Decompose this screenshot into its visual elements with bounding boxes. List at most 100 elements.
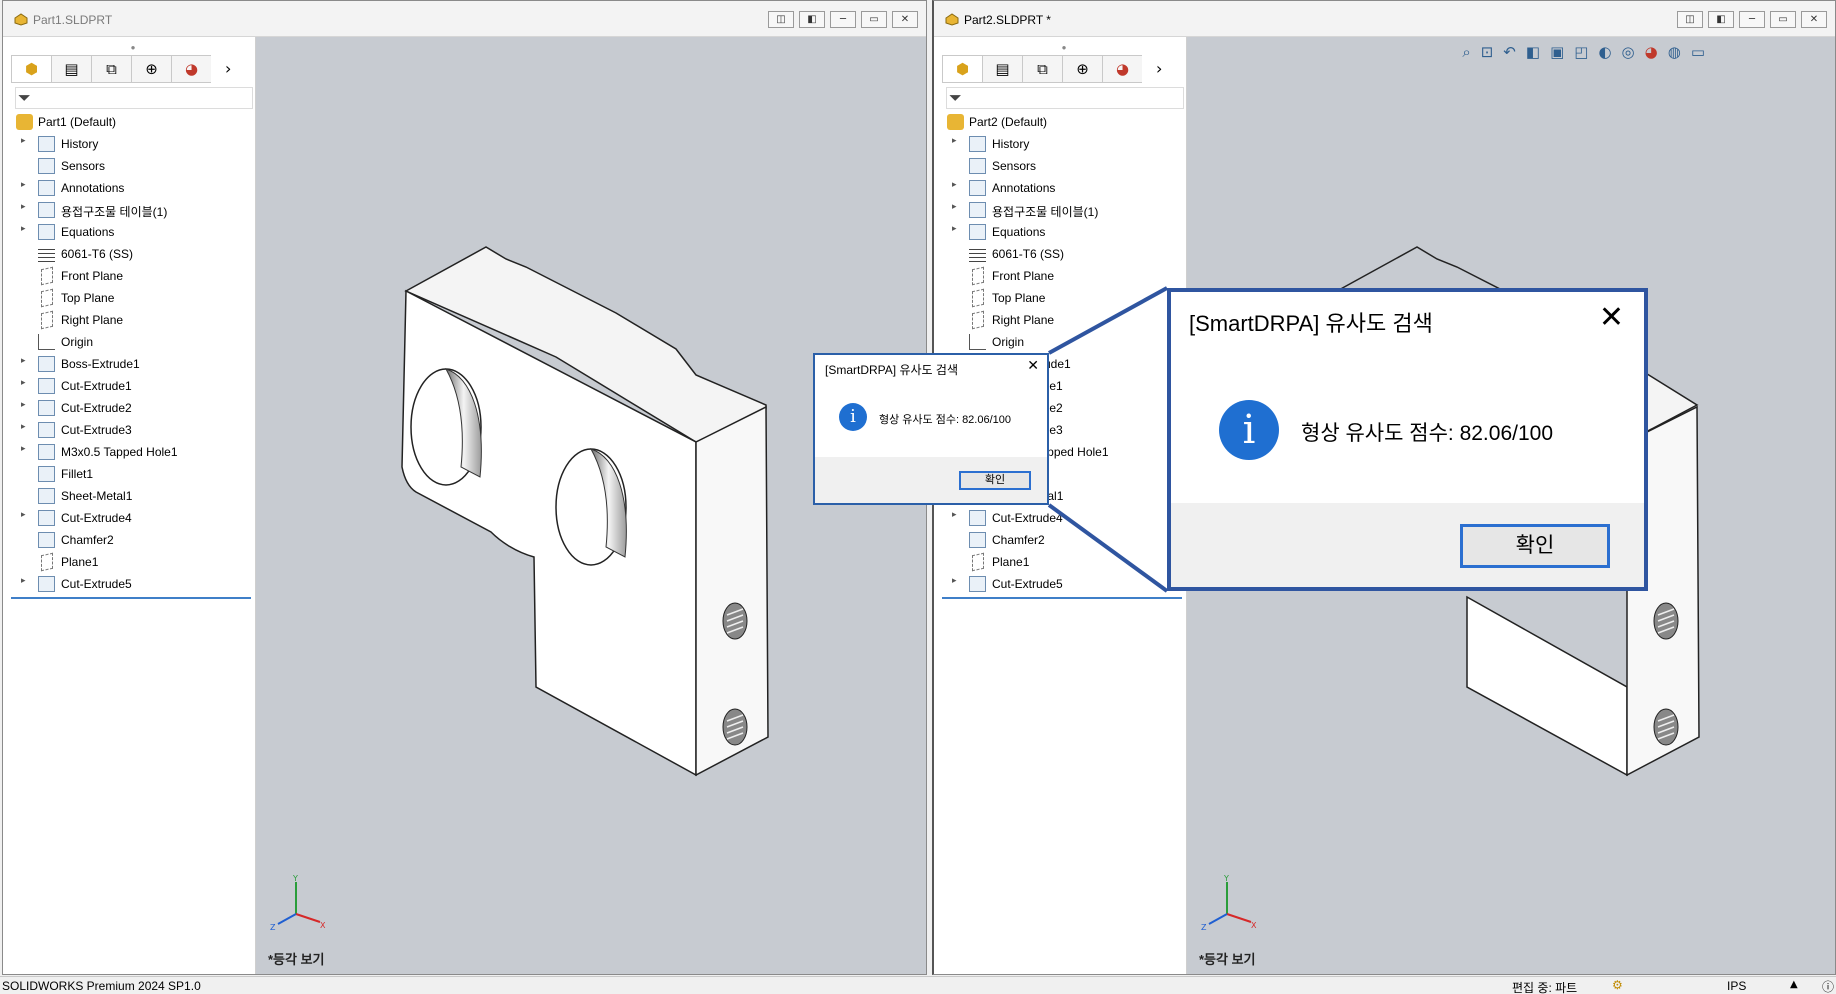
chevron-up-icon[interactable]: ▲ xyxy=(1790,979,1798,990)
close-button[interactable]: ✕ xyxy=(892,11,918,28)
unit-system[interactable]: IPS xyxy=(1727,979,1746,993)
property-manager-tab[interactable]: ▤ xyxy=(51,55,91,83)
expand-caret-icon[interactable]: ▸ xyxy=(952,202,957,212)
chevron-right-icon[interactable]: › xyxy=(1156,55,1162,83)
rebuild-icon[interactable]: ⚙ xyxy=(1612,978,1623,992)
tree-item-label: M3x0.5 Tapped Hole1 xyxy=(61,445,178,459)
tree-item[interactable]: Sensors xyxy=(11,155,256,177)
feature-manager-tab[interactable]: ⬢ xyxy=(942,55,982,83)
configuration-manager-tab[interactable]: ⧉ xyxy=(1022,55,1062,83)
maximize-button[interactable]: ▭ xyxy=(1770,11,1796,28)
expand-caret-icon[interactable]: ▸ xyxy=(952,180,957,190)
tree-end-marker[interactable] xyxy=(11,597,251,599)
tree-item[interactable]: Top Plane xyxy=(942,287,1187,309)
tree-item[interactable]: Origin xyxy=(942,331,1187,353)
tree-item[interactable]: Sensors xyxy=(942,155,1187,177)
tree-filter[interactable]: ⏷ xyxy=(946,87,1184,109)
tree-item[interactable]: Plane1 xyxy=(942,551,1187,573)
tree-filter[interactable]: ⏷ xyxy=(15,87,253,109)
tree-item-label: Fillet1 xyxy=(61,467,94,481)
panel-grip[interactable]: ● xyxy=(11,43,255,52)
cascade-button[interactable]: ◧ xyxy=(799,11,825,28)
dimxpert-manager-tab[interactable]: ⊕ xyxy=(1062,55,1102,83)
tree-end-marker[interactable] xyxy=(942,597,1182,599)
tree-item[interactable]: ▸ Cut-Extrude3 xyxy=(11,419,256,441)
tree-item[interactable]: Plane1 xyxy=(11,551,256,573)
help-icon[interactable]: ⓘ xyxy=(1822,978,1834,994)
cascade-button[interactable]: ◧ xyxy=(1708,11,1734,28)
expand-caret-icon[interactable]: ▸ xyxy=(21,136,26,146)
expand-caret-icon[interactable]: ▸ xyxy=(21,400,26,410)
tree-item[interactable]: ▸ Cut-Extrude1 xyxy=(11,375,256,397)
tile-button[interactable]: ◫ xyxy=(768,11,794,28)
expand-caret-icon[interactable]: ▸ xyxy=(21,510,26,520)
tree-item[interactable]: 6061-T6 (SS) xyxy=(942,243,1187,265)
tree-item[interactable]: 6061-T6 (SS) xyxy=(11,243,256,265)
title-bar[interactable]: Part1.SLDPRT ◫ ◧ ─ ▭ ✕ xyxy=(3,1,926,37)
expand-caret-icon[interactable]: ▸ xyxy=(21,576,26,586)
ok-button[interactable]: 확인 xyxy=(1460,524,1610,568)
similarity-dialog: [SmartDRPA] 유사도 검색 ✕ i 형상 유사도 점수: 82.06/… xyxy=(813,353,1049,505)
tree-item[interactable]: ▸ Boss-Extrude1 xyxy=(11,353,256,375)
tree-item[interactable]: Right Plane xyxy=(11,309,256,331)
configuration-manager-tab[interactable]: ⧉ xyxy=(91,55,131,83)
tree-item[interactable]: ▸ M3x0.5 Tapped Hole1 xyxy=(11,441,256,463)
tree-item[interactable]: Front Plane xyxy=(942,265,1187,287)
feature-manager-tab[interactable]: ⬢ xyxy=(11,55,51,83)
ok-button[interactable]: 확인 xyxy=(959,471,1031,490)
expand-caret-icon[interactable]: ▸ xyxy=(21,378,26,388)
tile-button[interactable]: ◫ xyxy=(1677,11,1703,28)
svg-text:Y: Y xyxy=(1223,874,1229,883)
tree-item[interactable]: ▸ Cut-Extrude4 xyxy=(11,507,256,529)
tree-item[interactable]: ▸ Annotations xyxy=(942,177,1187,199)
tree-item[interactable]: Sheet-Metal1 xyxy=(11,485,256,507)
tree-item-label: Part1 (Default) xyxy=(38,115,117,129)
tree-item[interactable]: Chamfer2 xyxy=(11,529,256,551)
expand-caret-icon[interactable]: ▸ xyxy=(21,444,26,454)
tree-item[interactable]: Fillet1 xyxy=(11,463,256,485)
close-icon[interactable]: ✕ xyxy=(1027,358,1039,374)
tree-root[interactable]: Part1 (Default) xyxy=(11,111,256,133)
display-manager-tab[interactable]: ◕ xyxy=(1102,55,1142,83)
tree-item[interactable]: Origin xyxy=(11,331,256,353)
tree-item-label: Part2 (Default) xyxy=(969,115,1048,129)
maximize-button[interactable]: ▭ xyxy=(861,11,887,28)
tree-item[interactable]: ▸ Equations xyxy=(942,221,1187,243)
chevron-right-icon[interactable]: › xyxy=(225,55,231,83)
tree-item[interactable]: Right Plane xyxy=(942,309,1187,331)
graphics-area[interactable]: Y X Z *등각 보기 xyxy=(256,37,926,974)
tree-item[interactable]: ▸ 용접구조물 테이블(1) xyxy=(942,199,1187,221)
expand-caret-icon[interactable]: ▸ xyxy=(952,510,957,520)
minimize-button[interactable]: ─ xyxy=(1739,11,1765,28)
tree-item[interactable]: ▸ Cut-Extrude2 xyxy=(11,397,256,419)
tree-item[interactable]: ▸ Annotations xyxy=(11,177,256,199)
expand-caret-icon[interactable]: ▸ xyxy=(952,136,957,146)
tree-item[interactable]: Front Plane xyxy=(11,265,256,287)
dimxpert-manager-tab[interactable]: ⊕ xyxy=(131,55,171,83)
expand-caret-icon[interactable]: ▸ xyxy=(952,576,957,586)
tree-item[interactable]: ▸ Cut-Extrude4 xyxy=(942,507,1187,529)
property-manager-tab[interactable]: ▤ xyxy=(982,55,1022,83)
title-bar[interactable]: Part2.SLDPRT * ◫ ◧ ─ ▭ ✕ xyxy=(934,1,1835,37)
tree-item[interactable]: ▸ Cut-Extrude5 xyxy=(11,573,256,595)
close-button[interactable]: ✕ xyxy=(1801,11,1827,28)
tree-item[interactable]: Chamfer2 xyxy=(942,529,1187,551)
minimize-button[interactable]: ─ xyxy=(830,11,856,28)
tree-item[interactable]: ▸ Equations xyxy=(11,221,256,243)
expand-caret-icon[interactable]: ▸ xyxy=(21,224,26,234)
tree-root[interactable]: Part2 (Default) xyxy=(942,111,1187,133)
tree-item[interactable]: Top Plane xyxy=(11,287,256,309)
tree-item[interactable]: ▸ Cut-Extrude5 xyxy=(942,573,1187,595)
expand-caret-icon[interactable]: ▸ xyxy=(21,422,26,432)
close-icon[interactable]: ✕ xyxy=(1599,300,1624,335)
panel-grip[interactable]: ● xyxy=(942,43,1186,52)
tree-item[interactable]: ▸ History xyxy=(11,133,256,155)
display-manager-tab[interactable]: ◕ xyxy=(171,55,211,83)
expand-caret-icon[interactable]: ▸ xyxy=(21,180,26,190)
tree-item[interactable]: ▸ History xyxy=(942,133,1187,155)
expand-caret-icon[interactable]: ▸ xyxy=(952,224,957,234)
expand-caret-icon[interactable]: ▸ xyxy=(21,202,26,212)
configuration-manager-icon: ⧉ xyxy=(106,60,117,78)
expand-caret-icon[interactable]: ▸ xyxy=(21,356,26,366)
tree-item[interactable]: ▸ 용접구조물 테이블(1) xyxy=(11,199,256,221)
